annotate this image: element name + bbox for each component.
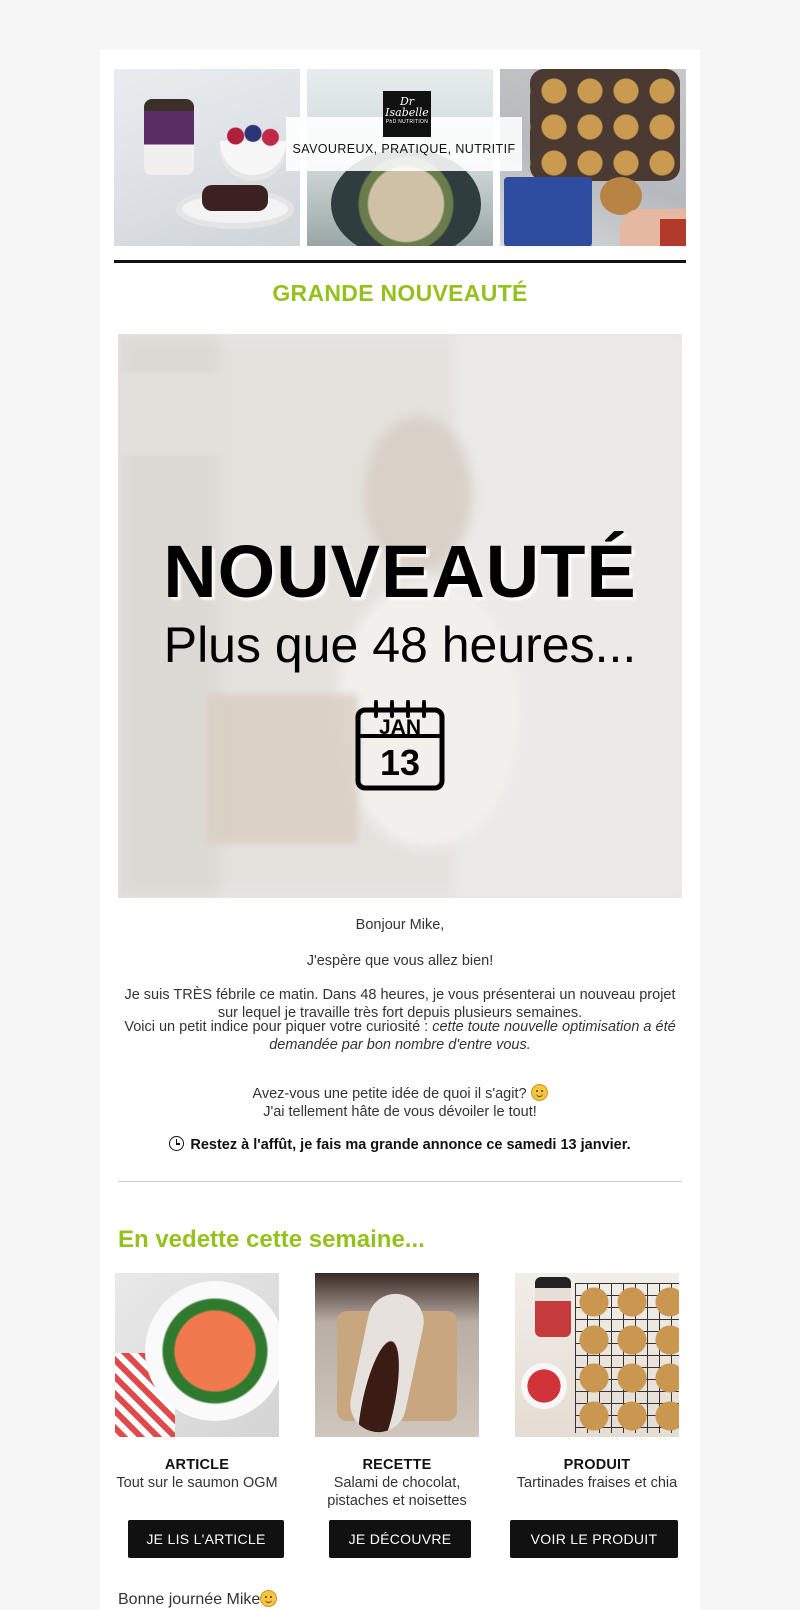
featured-title: En vedette cette semaine...	[118, 1226, 425, 1253]
featured-recipe: RECETTE Salami de chocolat, pistaches et…	[313, 1273, 481, 1510]
featured-description: Tout sur le saumon OGM	[116, 1475, 278, 1491]
photo-muffins	[500, 69, 686, 246]
header-collage: Dr Isabelle PhD NUTRITION SAVOUREUX, PRA…	[114, 69, 686, 246]
photo-jar-dessert	[114, 69, 300, 246]
calendar-month: JAN	[378, 716, 421, 739]
featured-label: PRODUIT	[563, 1457, 631, 1473]
salmon-salad-image[interactable]	[115, 1273, 279, 1437]
featured-label: RECETTE	[362, 1457, 432, 1473]
read-article-button[interactable]: JE LIS L'ARTICLE	[128, 1520, 284, 1558]
hero-subtitle: Plus que 48 heures...	[163, 617, 637, 673]
calendar-icon: JAN 13	[354, 700, 446, 792]
paragraph-hint: Voici un petit indice pour piquer votre …	[124, 1019, 676, 1053]
hero-banner[interactable]: NOUVEAUTÉ Plus que 48 heures... JAN 13	[118, 334, 682, 898]
divider-black	[114, 260, 686, 263]
greeting: Bonjour Mike,	[355, 917, 445, 933]
featured-label: ARTICLE	[164, 1457, 230, 1473]
smiley-emoji-icon	[530, 1084, 548, 1101]
section-title: GRANDE NOUVEAUTÉ	[272, 280, 528, 306]
brand-logo[interactable]: Dr Isabelle PhD NUTRITION	[383, 91, 431, 137]
tagline: SAVOUREUX, PRATIQUE, NUTRITIF	[292, 142, 516, 156]
view-product-button[interactable]: VOIR LE PRODUIT	[510, 1520, 678, 1558]
paragraph-teaser: Avez-vous une petite idée de quoi il s'a…	[118, 1084, 682, 1121]
featured-article: ARTICLE Tout sur le saumon OGM	[113, 1273, 281, 1492]
calendar-day: 13	[379, 742, 421, 783]
clock-icon	[169, 1136, 185, 1151]
muffins-spread-image[interactable]	[515, 1273, 679, 1437]
hero-title: NOUVEAUTÉ	[163, 530, 637, 613]
email-card: Dr Isabelle PhD NUTRITION SAVOUREUX, PRA…	[100, 50, 700, 1610]
featured-product: PRODUIT Tartinades fraises et chia	[513, 1273, 681, 1492]
chocolate-salami-image[interactable]	[315, 1273, 479, 1437]
smiley-emoji-icon	[260, 1590, 278, 1607]
announcement: Restez à l'affût, je fais ma grande anno…	[118, 1136, 682, 1154]
divider-grey	[118, 1181, 682, 1182]
featured-description: Salami de chocolat, pistaches et noisett…	[327, 1475, 467, 1509]
paragraph-hope: J'espère que vous allez bien!	[306, 953, 494, 969]
discover-recipe-button[interactable]: JE DÉCOUVRE	[329, 1520, 471, 1558]
featured-description: Tartinades fraises et chia	[516, 1475, 678, 1491]
paragraph-intro: Je suis TRÈS fébrile ce matin. Dans 48 h…	[124, 987, 676, 1021]
